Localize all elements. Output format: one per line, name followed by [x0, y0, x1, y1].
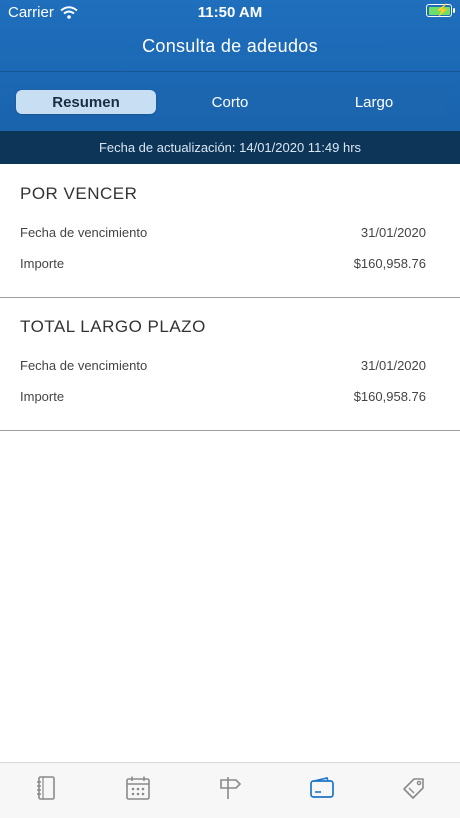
tab-wallet[interactable] — [292, 768, 352, 808]
signpost-icon — [220, 776, 242, 799]
nav-divider — [0, 71, 460, 72]
row-value: $160,958.76 — [353, 389, 426, 404]
segmented-control: Resumen Corto Largo — [14, 88, 446, 116]
tab-tag[interactable] — [384, 768, 444, 808]
row-value: 31/01/2020 — [360, 358, 426, 373]
row-fecha-vencimiento: Fecha de vencimiento 31/01/2020 — [20, 225, 426, 240]
row-label: Fecha de vencimiento — [20, 225, 148, 240]
battery-icon: ⚡ — [426, 3, 455, 17]
tab-notebook[interactable] — [16, 768, 76, 808]
segment-resumen[interactable]: Resumen — [16, 90, 156, 114]
section-title: POR VENCER — [20, 184, 138, 203]
notebook-icon — [37, 775, 55, 800]
section-total-largo-plazo: TOTAL LARGO PLAZO Fecha de vencimiento 3… — [0, 298, 460, 431]
update-text: Fecha de actualización: 14/01/2020 11:49… — [98, 140, 362, 155]
row-label: Importe — [20, 256, 65, 271]
page-title: Consulta de adeudos — [142, 36, 318, 56]
segment-corto[interactable]: Corto — [160, 90, 300, 114]
row-value: 31/01/2020 — [360, 225, 426, 240]
header: Carrier 11:50 AM ⚡ Consulta de adeudos R… — [0, 0, 460, 131]
tab-signpost[interactable] — [200, 768, 260, 808]
tag-icon — [403, 777, 424, 799]
row-importe: Importe $160,958.76 — [20, 256, 426, 271]
row-value: $160,958.76 — [353, 256, 426, 271]
section-por-vencer: POR VENCER Fecha de vencimiento 31/01/20… — [0, 164, 460, 298]
row-label: Fecha de vencimiento — [20, 358, 148, 373]
update-bar: Fecha de actualización: 14/01/2020 11:49… — [0, 131, 460, 164]
row-label: Importe — [20, 389, 65, 404]
status-bar: Carrier 11:50 AM ⚡ — [0, 0, 460, 24]
tab-bar — [0, 762, 460, 818]
row-importe: Importe $160,958.76 — [20, 389, 426, 404]
wallet-icon — [310, 776, 334, 798]
row-fecha-vencimiento: Fecha de vencimiento 31/01/2020 — [20, 358, 426, 373]
tab-calendar[interactable] — [108, 768, 168, 808]
clock: 11:50 AM — [197, 4, 263, 21]
calendar-icon — [126, 776, 150, 800]
section-title: TOTAL LARGO PLAZO — [20, 317, 206, 336]
segment-largo[interactable]: Largo — [304, 90, 444, 114]
